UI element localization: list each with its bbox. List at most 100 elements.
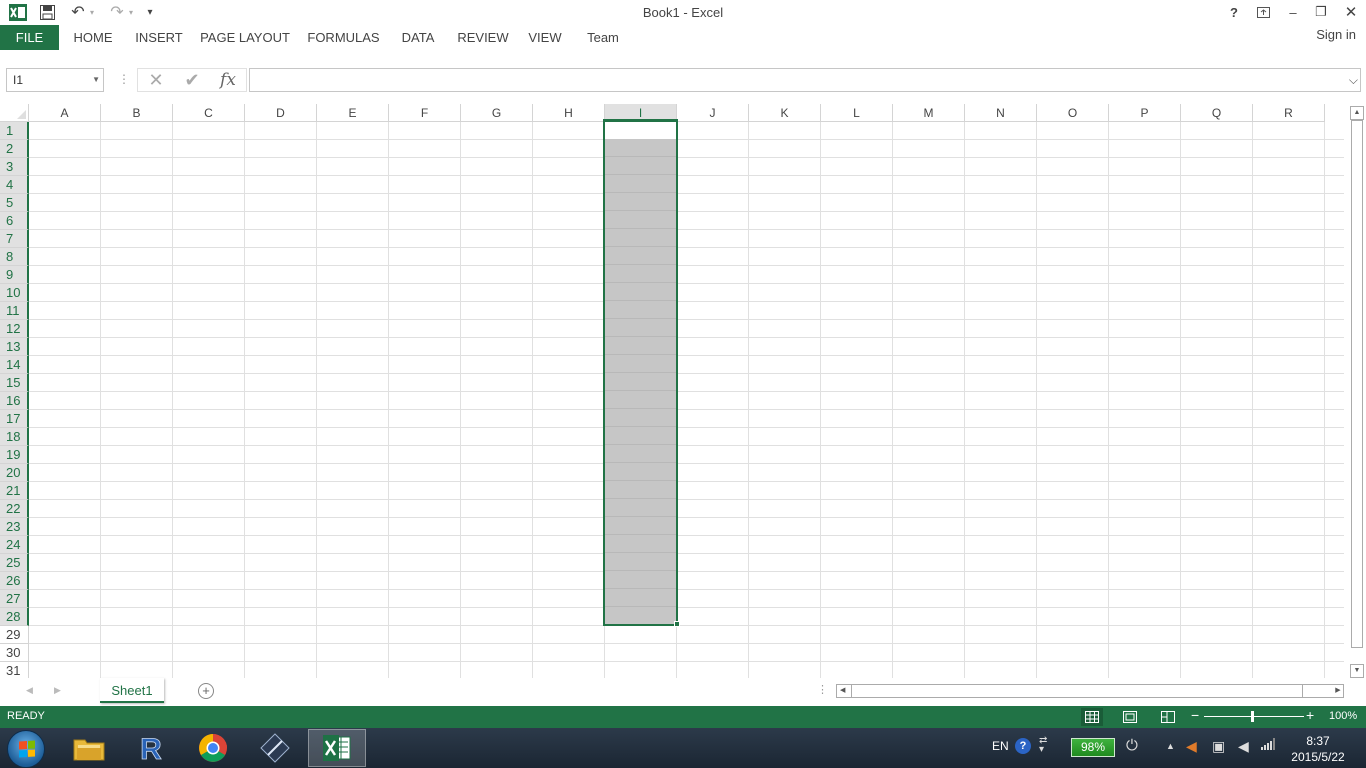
column-header[interactable]: Q [1181, 104, 1253, 122]
restore-button[interactable]: ❐ [1310, 2, 1332, 22]
row-header[interactable]: 5 [0, 194, 29, 212]
excel-taskbar-icon[interactable] [308, 729, 366, 767]
horizontal-scroll-thumb[interactable] [851, 685, 1303, 697]
column-header[interactable]: C [173, 104, 245, 122]
column-header[interactable]: P [1109, 104, 1181, 122]
tab-formulas[interactable]: FORMULAS [306, 25, 381, 50]
close-button[interactable]: ✕ [1340, 2, 1362, 22]
show-hidden-icons-icon[interactable]: ▲ [1166, 741, 1175, 751]
add-sheet-icon[interactable]: + [198, 683, 214, 699]
help-icon[interactable]: ? [1015, 738, 1031, 754]
expand-formula-bar-icon[interactable]: ⌵ [1349, 73, 1358, 88]
tab-file[interactable]: FILE [0, 25, 59, 50]
clock-date[interactable]: 2015/5/22 [1288, 750, 1348, 764]
column-header[interactable]: B [101, 104, 173, 122]
row-header[interactable]: 15 [0, 374, 29, 392]
formula-bar-grip[interactable]: ⋮ [118, 72, 130, 86]
ribbon-display-options-icon[interactable] [1252, 2, 1274, 22]
enter-icon[interactable]: ✔ [174, 70, 210, 91]
scroll-up-icon[interactable]: ▲ [1350, 106, 1364, 120]
row-header[interactable]: 1 [0, 122, 29, 140]
row-header[interactable]: 3 [0, 158, 29, 176]
column-header[interactable]: A [29, 104, 101, 122]
insert-function-icon[interactable]: fx [210, 70, 246, 90]
tab-split-grip[interactable]: ⋮ [817, 683, 828, 696]
row-header[interactable]: 16 [0, 392, 29, 410]
column-header[interactable]: O [1037, 104, 1109, 122]
volume-icon[interactable]: ◀ [1238, 738, 1249, 755]
row-header[interactable]: 18 [0, 428, 29, 446]
column-header[interactable]: E [317, 104, 389, 122]
tab-page-layout[interactable]: PAGE LAYOUT [200, 25, 290, 50]
row-header[interactable]: 24 [0, 536, 29, 554]
clock-time[interactable]: 8:37 [1294, 734, 1342, 748]
scroll-down-icon[interactable]: ▼ [1350, 664, 1364, 678]
name-box[interactable]: I1 ▼ [6, 68, 104, 92]
tab-team[interactable]: Team [582, 25, 624, 50]
help-button[interactable]: ? [1223, 2, 1245, 22]
row-header[interactable]: 23 [0, 518, 29, 536]
row-header[interactable]: 11 [0, 302, 29, 320]
select-all-corner[interactable] [0, 104, 29, 122]
safely-remove-icon[interactable]: ▣ [1212, 738, 1225, 755]
row-header[interactable]: 29 [0, 626, 29, 644]
row-header[interactable]: 19 [0, 446, 29, 464]
column-header[interactable]: R [1253, 104, 1325, 122]
column-header[interactable]: L [821, 104, 893, 122]
zoom-in-button[interactable]: + [1306, 707, 1314, 723]
row-header[interactable]: 8 [0, 248, 29, 266]
column-header[interactable]: K [749, 104, 821, 122]
fill-handle[interactable] [674, 621, 680, 627]
tab-home[interactable]: HOME [68, 25, 118, 50]
row-header[interactable]: 17 [0, 410, 29, 428]
page-break-preview-icon[interactable] [1157, 708, 1179, 726]
row-header[interactable]: 4 [0, 176, 29, 194]
cancel-icon[interactable]: ✕ [138, 70, 174, 91]
column-header[interactable]: H [533, 104, 605, 122]
r-icon[interactable]: R [122, 729, 180, 767]
media-app-icon[interactable] [246, 729, 304, 767]
vertical-scroll-thumb[interactable] [1351, 120, 1363, 648]
row-header[interactable]: 21 [0, 482, 29, 500]
zoom-out-button[interactable]: − [1191, 707, 1199, 723]
speaker-alert-icon[interactable]: ◀ [1186, 738, 1197, 755]
battery-indicator[interactable]: 98% [1071, 738, 1115, 757]
tab-review[interactable]: REVIEW [456, 25, 510, 50]
row-header[interactable]: 31 [0, 662, 29, 678]
column-header[interactable]: N [965, 104, 1037, 122]
column-header[interactable]: M [893, 104, 965, 122]
scroll-right-icon[interactable]: ▶ [1331, 684, 1345, 698]
row-header[interactable]: 27 [0, 590, 29, 608]
row-header[interactable]: 12 [0, 320, 29, 338]
row-header[interactable]: 22 [0, 500, 29, 518]
normal-view-icon[interactable] [1081, 708, 1103, 726]
zoom-level[interactable]: 100% [1329, 710, 1357, 722]
row-header[interactable]: 6 [0, 212, 29, 230]
zoom-slider[interactable] [1204, 716, 1304, 717]
row-header[interactable]: 7 [0, 230, 29, 248]
column-header[interactable]: J [677, 104, 749, 122]
row-header[interactable]: 2 [0, 140, 29, 158]
language-indicator[interactable]: EN [992, 739, 1009, 753]
column-header[interactable]: F [389, 104, 461, 122]
page-layout-view-icon[interactable] [1119, 708, 1141, 726]
sheet-next-icon[interactable]: ▶ [54, 685, 61, 696]
chrome-icon[interactable] [184, 729, 242, 767]
network-signal-icon[interactable] [1261, 738, 1275, 753]
zoom-slider-thumb[interactable] [1251, 711, 1254, 722]
row-header[interactable]: 14 [0, 356, 29, 374]
start-button[interactable] [7, 730, 45, 768]
horizontal-scrollbar[interactable]: ◀ [836, 684, 1344, 698]
column-header[interactable]: G [461, 104, 533, 122]
power-plug-icon[interactable]: ⏻ [1126, 737, 1138, 754]
column-header[interactable]: D [245, 104, 317, 122]
ime-options-icon[interactable]: ⇄ ▾ [1039, 736, 1047, 755]
row-header[interactable]: 20 [0, 464, 29, 482]
file-explorer-icon[interactable] [60, 729, 118, 767]
tab-data[interactable]: DATA [396, 25, 440, 50]
row-header[interactable]: 9 [0, 266, 29, 284]
row-header[interactable]: 10 [0, 284, 29, 302]
tab-insert[interactable]: INSERT [132, 25, 186, 50]
sheet-prev-icon[interactable]: ◀ [26, 685, 33, 696]
vertical-scrollbar[interactable]: ▲ ▼ [1348, 104, 1366, 678]
